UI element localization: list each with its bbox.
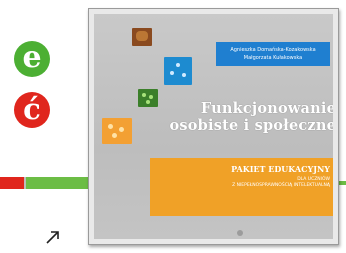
brown-tile-decoration <box>132 28 152 46</box>
e-badge-label: e <box>22 40 42 75</box>
book-title-line-1: Funkcjonowanie <box>200 100 333 117</box>
stripe-green-segment <box>26 177 88 189</box>
blue-tile-decoration <box>164 57 192 85</box>
book-cover-artwork: Agnieszka Domańska-Kozakowska Małgorzata… <box>94 14 333 239</box>
packet-subtitle-line-2: Z NIEPEŁNOSPRAWNOŚCIĄ INTELEKTUALNĄ <box>232 183 330 188</box>
ec-badge-label: ć <box>23 92 41 126</box>
packet-label: PAKIET EDUKACYJNY <box>231 164 330 174</box>
e-badge-button[interactable]: e <box>14 41 50 77</box>
book-title-line-2: osobiste i społeczne <box>169 117 333 134</box>
color-stripe <box>0 177 88 189</box>
ec-badge-button[interactable]: ć <box>14 92 50 128</box>
publisher-logo-icon <box>237 230 243 236</box>
author-line-2: Małgorzata Kułakowska <box>243 55 303 61</box>
authors-box: Agnieszka Domańska-Kozakowska Małgorzata… <box>216 42 330 66</box>
stripe-red-segment <box>0 177 24 189</box>
packet-subtitle: DLA UCZNIÓW Z NIEPEŁNOSPRAWNOŚCIĄ INTELE… <box>150 177 330 189</box>
book-title: Funkcjonowanie osobiste i społeczne <box>164 100 333 134</box>
author-line-1: Agnieszka Domańska-Kozakowska <box>230 47 316 53</box>
green-tile-decoration <box>138 89 158 107</box>
orange-tile-decoration <box>102 118 132 144</box>
packet-band: PAKIET EDUKACYJNY DLA UCZNIÓW Z NIEPEŁNO… <box>150 158 333 216</box>
book-cover[interactable]: Agnieszka Domańska-Kozakowska Małgorzata… <box>88 8 339 245</box>
arrow-up-right-icon[interactable] <box>44 228 62 246</box>
